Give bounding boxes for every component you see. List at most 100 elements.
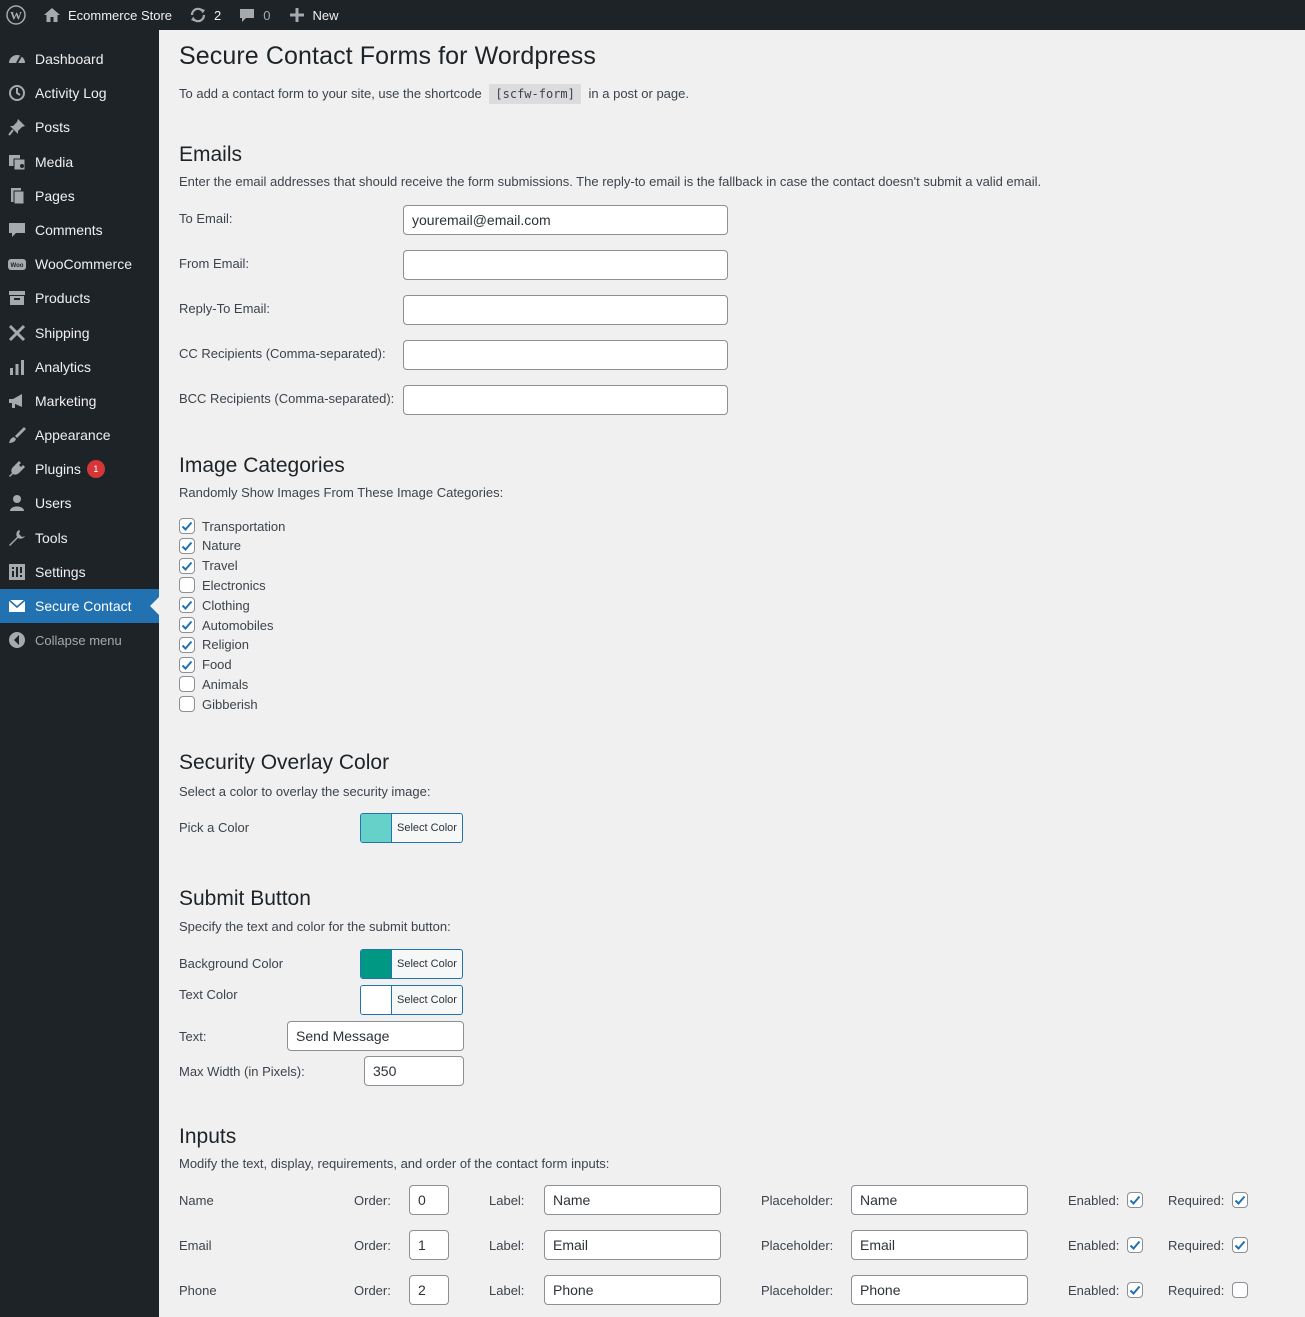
phone-label-input[interactable] <box>544 1275 721 1305</box>
category-checkbox[interactable] <box>179 518 195 534</box>
site-name-link[interactable]: Ecommerce Store <box>34 0 180 30</box>
comment-icon <box>7 220 27 240</box>
category-label: Nature <box>202 538 242 554</box>
sidebar-item-users[interactable]: Users <box>0 486 159 520</box>
category-gibberish[interactable]: Gibberish <box>179 694 258 714</box>
submit-heading: Submit Button <box>179 887 311 910</box>
sidebar-item-dashboard[interactable]: Dashboard <box>0 42 159 76</box>
name-enabled-checkbox[interactable] <box>1127 1192 1143 1208</box>
max-width-input[interactable] <box>364 1056 464 1086</box>
placeholder-label: Placeholder: <box>761 1193 834 1208</box>
sidebar-item-plugins[interactable]: Plugins 1 <box>0 452 159 486</box>
category-clothing[interactable]: Clothing <box>179 595 250 615</box>
category-checkbox[interactable] <box>179 696 195 713</box>
phone-enabled-checkbox[interactable] <box>1127 1282 1143 1298</box>
name-order-input[interactable] <box>409 1185 449 1215</box>
text-color-picker-button[interactable]: Select Color <box>360 985 463 1015</box>
plus-icon <box>287 5 307 25</box>
background-color-picker-button[interactable]: Select Color <box>360 949 463 979</box>
category-travel[interactable]: Travel <box>179 556 238 576</box>
updates-link[interactable]: 2 <box>180 0 229 30</box>
sidebar-item-label: Dashboard <box>35 51 104 67</box>
required-label: Required: <box>1168 1238 1225 1253</box>
category-food[interactable]: Food <box>179 655 232 675</box>
new-content-link[interactable]: New <box>279 0 347 30</box>
sidebar-item-label: Tools <box>35 530 68 546</box>
overlay-color-picker-button[interactable]: Select Color <box>360 813 463 843</box>
email-order-input[interactable] <box>409 1230 449 1260</box>
from-email-input[interactable] <box>403 250 728 280</box>
email-icon <box>7 596 27 616</box>
enabled-label: Enabled: <box>1068 1238 1120 1253</box>
comments-link[interactable]: 0 <box>229 0 278 30</box>
category-checkbox[interactable] <box>179 617 195 633</box>
background-color-label: Background Color <box>179 956 284 971</box>
enabled-label: Enabled: <box>1068 1193 1120 1208</box>
select-color-label: Select Color <box>397 822 457 834</box>
plugin-updates-badge: 1 <box>86 460 105 478</box>
intro-text: To add a contact form to your site, use … <box>179 86 482 101</box>
category-checkbox[interactable] <box>179 537 195 554</box>
email-label-input[interactable] <box>544 1230 721 1260</box>
category-label: Clothing <box>202 597 250 613</box>
wrench-icon <box>7 528 27 548</box>
category-label: Animals <box>202 676 249 692</box>
archive-icon <box>7 288 27 308</box>
bcc-recipients-comma-separated-input[interactable] <box>403 385 728 415</box>
sidebar-item-appearance[interactable]: Appearance <box>0 418 159 452</box>
email-required-checkbox[interactable] <box>1232 1237 1248 1253</box>
sidebar-item-activity-log[interactable]: Activity Log <box>0 76 159 110</box>
name-label-input[interactable] <box>544 1185 721 1215</box>
sidebar-item-media[interactable]: Media <box>0 145 159 179</box>
sidebar-item-collapse-menu[interactable]: Collapse menu <box>0 623 159 657</box>
sidebar-item-tools[interactable]: Tools <box>0 521 159 555</box>
overlay-heading: Security Overlay Color <box>179 751 390 774</box>
pick-color-label: Pick a Color <box>179 820 250 835</box>
to-email-label: To Email: <box>179 211 233 226</box>
sidebar-item-settings[interactable]: Settings <box>0 555 159 589</box>
category-checkbox[interactable] <box>179 577 195 594</box>
phone-placeholder-input[interactable] <box>851 1275 1028 1305</box>
sidebar-item-woocommerce[interactable]: Woo WooCommerce <box>0 247 159 281</box>
button-text-input[interactable] <box>287 1021 464 1051</box>
to-email-input[interactable] <box>403 205 728 235</box>
cc-recipients-comma-separated-input[interactable] <box>403 340 728 370</box>
category-label: Transportation <box>202 518 286 534</box>
category-checkbox[interactable] <box>179 557 195 574</box>
sidebar-item-secure-contact[interactable]: Secure Contact <box>0 589 159 623</box>
phone-required-checkbox[interactable] <box>1232 1282 1248 1298</box>
name-required-checkbox[interactable] <box>1232 1192 1248 1208</box>
sidebar-item-products[interactable]: Products <box>0 281 159 315</box>
category-nature[interactable]: Nature <box>179 536 241 556</box>
name-placeholder-input[interactable] <box>851 1185 1028 1215</box>
phone-order-input[interactable] <box>409 1275 449 1305</box>
sidebar-item-marketing[interactable]: Marketing <box>0 384 159 418</box>
home-icon <box>42 5 62 25</box>
site-name: Ecommerce Store <box>68 7 173 23</box>
sidebar-item-shipping[interactable]: Shipping <box>0 316 159 350</box>
category-animals[interactable]: Animals <box>179 674 248 694</box>
category-religion[interactable]: Religion <box>179 635 249 655</box>
sidebar-item-analytics[interactable]: Analytics <box>0 350 159 384</box>
label-label: Label: <box>489 1193 525 1208</box>
sidebar-item-posts[interactable]: Posts <box>0 110 159 144</box>
emails-heading: Emails <box>179 143 243 166</box>
svg-text:Woo: Woo <box>11 263 24 269</box>
category-electronics[interactable]: Electronics <box>179 575 266 595</box>
brush-icon <box>7 425 27 445</box>
category-checkbox[interactable] <box>179 636 195 653</box>
sidebar-item-comments[interactable]: Comments <box>0 213 159 247</box>
category-checkbox[interactable] <box>179 676 195 693</box>
reply-to-email-input[interactable] <box>403 295 728 325</box>
sidebar-item-label: Users <box>35 495 72 511</box>
category-label: Food <box>202 657 232 673</box>
sidebar-item-pages[interactable]: Pages <box>0 179 159 213</box>
category-checkbox[interactable] <box>179 656 195 673</box>
wordpress-logo-button[interactable]: W <box>0 0 34 30</box>
intro-text-after: in a post or page. <box>588 86 689 101</box>
category-transportation[interactable]: Transportation <box>179 516 285 536</box>
category-automobiles[interactable]: Automobiles <box>179 615 274 635</box>
email-enabled-checkbox[interactable] <box>1127 1237 1143 1253</box>
category-checkbox[interactable] <box>179 597 195 614</box>
email-placeholder-input[interactable] <box>851 1230 1028 1260</box>
